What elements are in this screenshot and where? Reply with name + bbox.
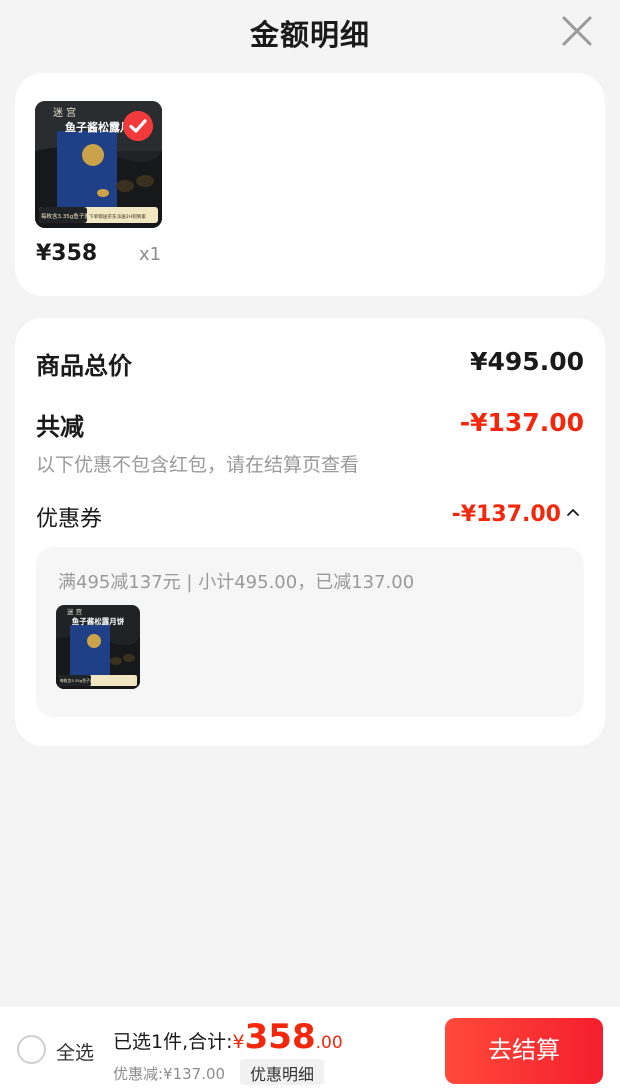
goods-total-label: 商品总价 <box>36 352 132 380</box>
svg-text:鱼子酱松露月: 鱼子酱松露月 <box>65 120 131 134</box>
discount-amount: 优惠减:¥137.00 <box>113 1065 226 1083</box>
total-reduce-value: -¥137.00 <box>459 408 584 437</box>
product-price: ¥358 <box>36 241 98 266</box>
coupon-thumbnail-graphic: 迷 宫 鱼子酱松露月饼 每枚含3.35g鱼子酱 <box>56 605 140 689</box>
coupon-product-image[interactable]: 迷 宫 鱼子酱松露月饼 每枚含3.35g鱼子酱 <box>56 605 140 689</box>
page-title: 金额明细 <box>249 18 370 52</box>
svg-text:每枚含3.35g鱼子酱: 每枚含3.35g鱼子酱 <box>60 678 94 683</box>
coupon-detail-box: 满495减137元 | 小计495.00，已减137.00 迷 宫 鱼子酱松露月… <box>36 547 584 717</box>
total-line: 已选1件,合计:¥358.00 <box>113 1017 343 1057</box>
total-prefix: 已选1件,合计: <box>113 1031 233 1053</box>
total-amount-integer: 358 <box>244 1017 316 1057</box>
check-circle-icon <box>123 111 153 141</box>
product-quantity: x1 <box>139 244 162 265</box>
close-icon[interactable] <box>560 14 594 48</box>
checkout-button[interactable]: 去结算 <box>445 1018 603 1084</box>
select-all-label[interactable]: 全选 <box>56 1038 94 1065</box>
discount-note: 以下优惠不包含红包，请在结算页查看 <box>36 454 360 476</box>
amount-detail-page: 金额明细 迷 宫 鱼子酱松露月 每枚含3.35g鱼子酱 下单锁送京东派送2H到到… <box>0 0 620 1089</box>
svg-text:鱼子酱松露月饼: 鱼子酱松露月饼 <box>72 616 125 626</box>
header: 金额明细 <box>0 0 620 64</box>
coupon-label: 优惠券 <box>36 507 103 532</box>
svg-text:下单锁送京东派送2H到到家: 下单锁送京东派送2H到到家 <box>89 213 146 220</box>
total-currency: ¥ <box>232 1031 245 1053</box>
product-card: 迷 宫 鱼子酱松露月 每枚含3.35g鱼子酱 下单锁送京东派送2H到到家 ¥35… <box>15 73 605 296</box>
svg-text:迷 宫: 迷 宫 <box>53 106 76 119</box>
svg-text:每枚含3.35g鱼子酱: 每枚含3.35g鱼子酱 <box>41 212 90 220</box>
chevron-up-icon[interactable] <box>565 505 581 521</box>
coupon-description: 满495减137元 | 小计495.00，已减137.00 <box>58 572 415 593</box>
svg-text:迷 宫: 迷 宫 <box>67 607 82 616</box>
total-reduce-label: 共减 <box>36 413 84 441</box>
price-summary-card: 商品总价 ¥495.00 共减 -¥137.00 以下优惠不包含红包，请在结算页… <box>15 318 605 746</box>
select-all-radio[interactable] <box>17 1035 46 1064</box>
coupon-value: -¥137.00 <box>451 502 561 527</box>
goods-total-value: ¥495.00 <box>470 347 584 376</box>
discount-detail-button[interactable]: 优惠明细 <box>240 1059 325 1085</box>
total-amount-decimal: .00 <box>315 1033 343 1053</box>
checkout-bar: 全选 已选1件,合计:¥358.00 优惠减:¥137.00 优惠明细 去结算 <box>0 1007 620 1089</box>
